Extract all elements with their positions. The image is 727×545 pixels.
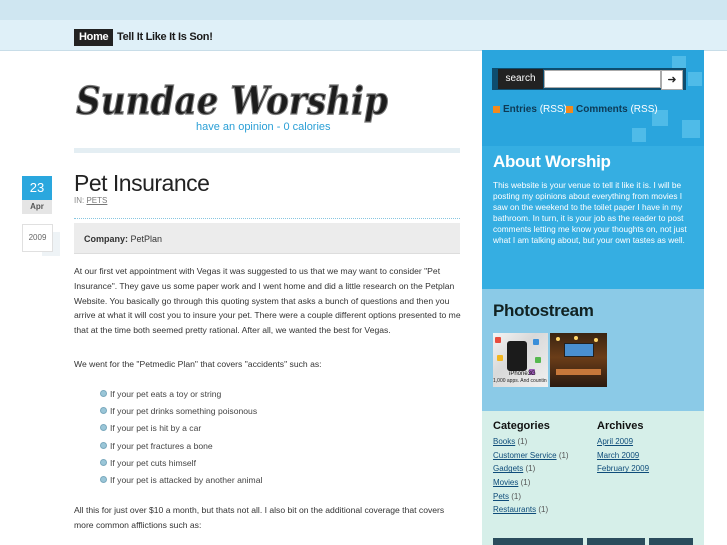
post-paragraph-3: All this for just over $10 a month, but … bbox=[74, 505, 445, 530]
list-item: Books (1) bbox=[493, 437, 528, 446]
list-item: Restaurants (1) bbox=[493, 505, 549, 515]
list-item: If your pet drinks something poisonous bbox=[100, 404, 262, 421]
categories-list: Books (1) Customer Service (1) Gadgets (… bbox=[493, 436, 569, 518]
rss-icon bbox=[493, 105, 500, 113]
coverage-list: If your pet eats a toy or string If your… bbox=[100, 387, 262, 490]
list-item: If your pet cuts himself bbox=[100, 456, 262, 473]
post-in-label: IN: bbox=[74, 196, 85, 205]
list-item: If your pet fractures a bone bbox=[100, 439, 262, 456]
archives-list: April 2009 March 2009 February 2009 bbox=[597, 436, 649, 477]
site-logo[interactable]: Sundae Worship bbox=[74, 76, 390, 126]
site-tagline: have an opinion - 0 calories bbox=[196, 121, 331, 133]
category-link-restaurants[interactable]: Restaurants bbox=[493, 505, 536, 514]
category-link-customer-service[interactable]: Customer Service bbox=[493, 451, 557, 460]
category-link-books[interactable]: Books bbox=[493, 437, 515, 446]
nav-home-link[interactable]: Home bbox=[74, 29, 114, 46]
post-date-year: 2009 bbox=[22, 224, 53, 252]
post-category-line: IN: PETS bbox=[74, 196, 107, 205]
photostream-thumb-restaurant[interactable] bbox=[550, 333, 607, 387]
svg-text:Sundae Worship: Sundae Worship bbox=[76, 78, 388, 123]
list-item: If your pet eats a toy or string bbox=[100, 387, 262, 404]
photo-caption-sub: 1,000 apps. And countin bbox=[493, 378, 547, 384]
company-label: Company: bbox=[84, 234, 129, 244]
search-input[interactable] bbox=[544, 70, 661, 88]
post-paragraph-1: At our first vet appointment with Vegas … bbox=[74, 266, 461, 336]
post-date-month: Apr bbox=[22, 200, 52, 214]
photostream-title: Photostream bbox=[493, 301, 594, 320]
search-submit-button[interactable]: ➜ bbox=[661, 70, 683, 90]
about-text: This website is your venue to tell it li… bbox=[493, 180, 687, 245]
list-item: Pets (1) bbox=[493, 491, 522, 501]
list-item: Customer Service (1) bbox=[493, 450, 569, 460]
category-link-gadgets[interactable]: Gadgets bbox=[493, 464, 523, 473]
list-item: If your pet is hit by a car bbox=[100, 421, 262, 438]
sidebar-tabs bbox=[493, 538, 693, 545]
list-item: Movies (1) bbox=[493, 478, 531, 488]
top-band bbox=[0, 0, 727, 20]
archives-title: Archives bbox=[597, 420, 644, 432]
sidebar-search-panel bbox=[482, 50, 704, 146]
post-date-day: 23 bbox=[22, 176, 52, 200]
company-box: Company: PetPlan bbox=[74, 223, 460, 254]
list-item: Gadgets (1) bbox=[493, 464, 536, 474]
archive-link-march-2009[interactable]: March 2009 bbox=[597, 451, 639, 460]
list-item: If your pet is attacked by another anima… bbox=[100, 473, 262, 490]
sidebar-tab[interactable] bbox=[493, 538, 583, 545]
list-item: February 2009 bbox=[597, 463, 649, 477]
bullet-icon bbox=[100, 424, 107, 432]
sidebar-tab[interactable] bbox=[587, 538, 645, 545]
post-category-link[interactable]: PETS bbox=[86, 196, 107, 205]
bullet-icon bbox=[100, 390, 107, 397]
post-title[interactable]: Pet Insurance bbox=[74, 170, 210, 197]
bullet-icon bbox=[100, 458, 107, 466]
bullet-icon bbox=[100, 407, 107, 415]
category-link-movies[interactable]: Movies bbox=[493, 478, 518, 487]
header-divider bbox=[74, 148, 460, 153]
photo-caption-title: iPhone3G bbox=[509, 371, 536, 377]
bullet-icon bbox=[100, 441, 107, 449]
about-title: About Worship bbox=[493, 152, 611, 171]
archive-link-february-2009[interactable]: February 2009 bbox=[597, 464, 649, 473]
archive-link-april-2009[interactable]: April 2009 bbox=[597, 437, 633, 446]
categories-title: Categories bbox=[493, 420, 550, 432]
category-link-pets[interactable]: Pets bbox=[493, 492, 509, 501]
list-item: March 2009 bbox=[597, 450, 649, 464]
comments-rss-link[interactable]: Comments (RSS) bbox=[566, 104, 658, 115]
sidebar-tab[interactable] bbox=[649, 538, 693, 545]
company-value: PetPlan bbox=[130, 234, 163, 244]
nav-page-link[interactable]: Tell It Like It Is Son! bbox=[117, 31, 213, 43]
post-divider bbox=[74, 218, 460, 219]
list-item: April 2009 bbox=[597, 436, 649, 450]
photostream-thumb-iphone[interactable]: iPhone3G 1,000 apps. And countin bbox=[493, 333, 548, 387]
bullet-icon bbox=[100, 475, 107, 483]
rss-icon bbox=[566, 105, 573, 113]
search-label: search bbox=[498, 69, 543, 89]
post-paragraph-2: We went for the "Petmedic Plan" that cov… bbox=[74, 359, 322, 369]
entries-rss-link[interactable]: Entries (RSS) bbox=[493, 104, 567, 115]
